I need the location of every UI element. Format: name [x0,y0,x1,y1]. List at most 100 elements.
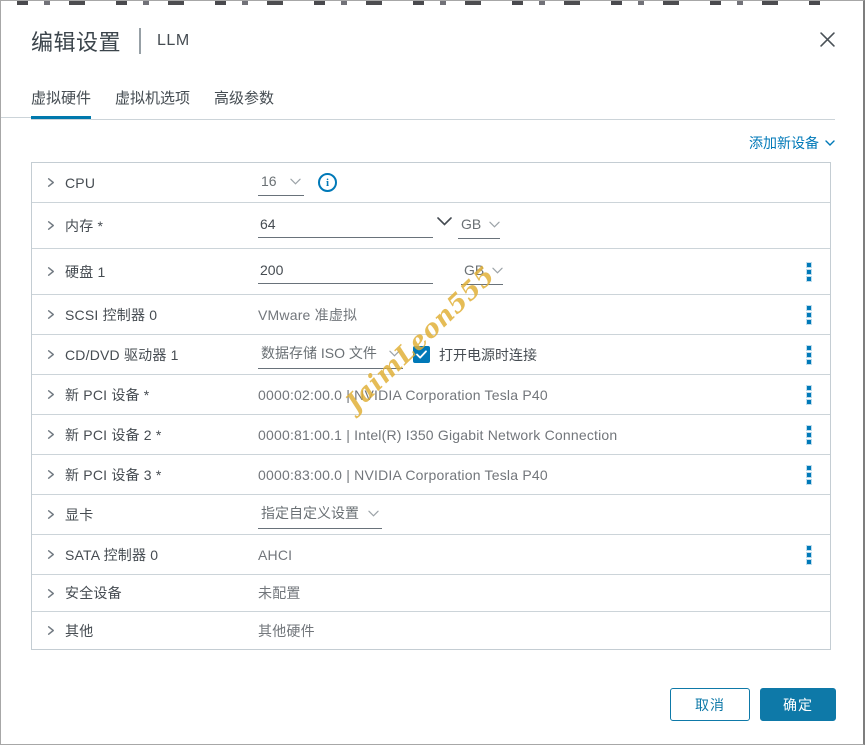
device-value-text: 0000:02:00.0 | NVIDIA Corporation Tesla … [258,387,548,403]
device-label-cell: SATA 控制器 0 [45,545,258,565]
row-menu-icon[interactable] [803,301,815,329]
hardware-table: CPU16i内存 *GB硬盘 1GBSCSI 控制器 0VMware 准虚拟CD… [31,162,831,650]
device-value-cell: 其他硬件 [258,621,788,641]
device-value-cell: VMware 准虚拟 [258,305,788,325]
dropdown-value: GB [464,262,484,278]
device-label: 新 PCI 设备 3 * [65,465,162,485]
chevron-down-icon [489,215,500,233]
expand-chevron-icon[interactable] [45,266,56,277]
hardware-row: 内存 * GB [32,203,830,249]
dialog-title: 编辑设置 [31,25,121,57]
device-value-cell: 16 i [258,170,788,196]
device-label: CD/DVD 驱动器 1 [65,345,179,365]
row-menu-cell [788,541,830,569]
expand-chevron-icon[interactable] [45,309,56,320]
ok-button[interactable]: 确定 [760,688,836,721]
tab-vm-options[interactable]: 虚拟机选项 [115,81,190,119]
chevron-down-icon [389,344,400,362]
expand-chevron-icon[interactable] [45,625,56,636]
row-menu-icon[interactable] [803,421,815,449]
expand-chevron-icon[interactable] [45,389,56,400]
expand-chevron-icon[interactable] [45,549,56,560]
expand-chevron-icon[interactable] [45,509,56,520]
add-new-device-button[interactable]: 添加新设备 [749,133,835,153]
row-menu-icon[interactable] [803,541,815,569]
device-label: SCSI 控制器 0 [65,305,157,325]
dropdown-value: GB [461,216,481,232]
device-label-cell: 安全设备 [45,583,258,603]
device-label-cell: 显卡 [45,505,258,525]
device-value-cell: 未配置 [258,583,788,603]
device-label: 安全设备 [65,583,122,603]
chevron-down-icon [492,261,503,279]
info-icon[interactable]: i [318,173,337,192]
tab-advanced-parameters[interactable]: 高级参数 [214,81,274,119]
device-label-cell: 新 PCI 设备 2 * [45,425,258,445]
hardware-row: 其他其他硬件 [32,612,830,649]
hardware-row: 硬盘 1GB [32,249,830,295]
expand-chevron-icon[interactable] [45,429,56,440]
device-value-text: VMware 准虚拟 [258,305,357,325]
tab-virtual-hardware[interactable]: 虚拟硬件 [31,81,91,119]
connect-checkbox[interactable] [413,346,430,363]
chevron-down-icon [368,504,379,522]
row-menu-cell [788,301,830,329]
device-label-cell: 新 PCI 设备 * [45,385,258,405]
device-label: SATA 控制器 0 [65,545,158,565]
dialog-header: 编辑设置 LLM [1,1,863,57]
background-artifact [17,1,835,5]
expand-chevron-icon[interactable] [45,469,56,480]
row-menu-cell [788,461,830,489]
device-value-text: 0000:81:00.1 | Intel(R) I350 Gigabit Net… [258,427,617,443]
hardware-row: SCSI 控制器 0 VMware 准虚拟 [32,295,830,335]
device-value-cell: 0000:02:00.0 | NVIDIA Corporation Tesla … [258,387,788,403]
device-label-cell: 其他 [45,621,258,641]
hardware-row: SATA 控制器 0AHCI [32,535,830,575]
chevron-down-icon[interactable] [437,217,452,226]
hardware-row: 新 PCI 设备 *0000:02:00.0 | NVIDIA Corporat… [32,375,830,415]
close-icon[interactable] [818,30,836,48]
tab-bar: 虚拟硬件 虚拟机选项 高级参数 [31,81,835,120]
hardware-row: 新 PCI 设备 3 * 0000:83:00.0 | NVIDIA Corpor… [32,455,830,495]
device-value-cell: GB [258,213,788,239]
device-label: CPU [65,175,95,191]
row-menu-icon[interactable] [803,461,815,489]
device-label: 内存 * [65,216,103,236]
chevron-down-icon [290,172,301,190]
device-label-cell: 新 PCI 设备 3 * [45,465,258,485]
value-input[interactable] [258,214,433,238]
device-value-text: 未配置 [258,583,301,603]
device-value-cell: 数据存储 ISO 文件 打开电源时连接 [258,341,788,369]
expand-chevron-icon[interactable] [45,588,56,599]
expand-chevron-icon[interactable] [45,220,56,231]
dropdown-select[interactable]: GB [458,213,500,239]
expand-chevron-icon[interactable] [45,177,56,188]
chevron-down-icon [825,140,835,146]
vm-name: LLM [157,32,190,50]
row-menu-icon[interactable] [803,341,815,369]
dropdown-select[interactable]: GB [461,259,503,285]
row-menu-icon[interactable] [803,258,815,286]
dropdown-select[interactable]: 指定自定义设置 [258,501,382,529]
dropdown-select[interactable]: 数据存储 ISO 文件 [258,341,403,369]
device-label-cell: SCSI 控制器 0 [45,305,258,325]
dropdown-value: 指定自定义设置 [261,503,359,523]
device-label: 显卡 [65,505,93,525]
dropdown-select[interactable]: 16 [258,170,304,196]
row-menu-icon[interactable] [803,381,815,409]
device-value-text: 其他硬件 [258,621,315,641]
value-input[interactable] [258,260,433,284]
device-label-cell: 内存 * [45,216,258,236]
checkbox-group: 打开电源时连接 [403,345,537,365]
cancel-button[interactable]: 取消 [670,688,750,721]
device-value-cell: 0000:81:00.1 | Intel(R) I350 Gigabit Net… [258,427,788,443]
device-value-cell: GB [258,259,788,285]
expand-chevron-icon[interactable] [45,349,56,360]
device-label: 新 PCI 设备 2 * [65,425,162,445]
device-value-cell: 指定自定义设置 [258,501,788,529]
dropdown-value: 数据存储 ISO 文件 [261,343,377,363]
hardware-row: CPU 16 i [32,163,830,203]
toolbar: 添加新设备 [1,133,835,153]
device-value-cell: 0000:83:00.0 | NVIDIA Corporation Tesla … [258,467,788,483]
dropdown-value: 16 [261,173,277,189]
